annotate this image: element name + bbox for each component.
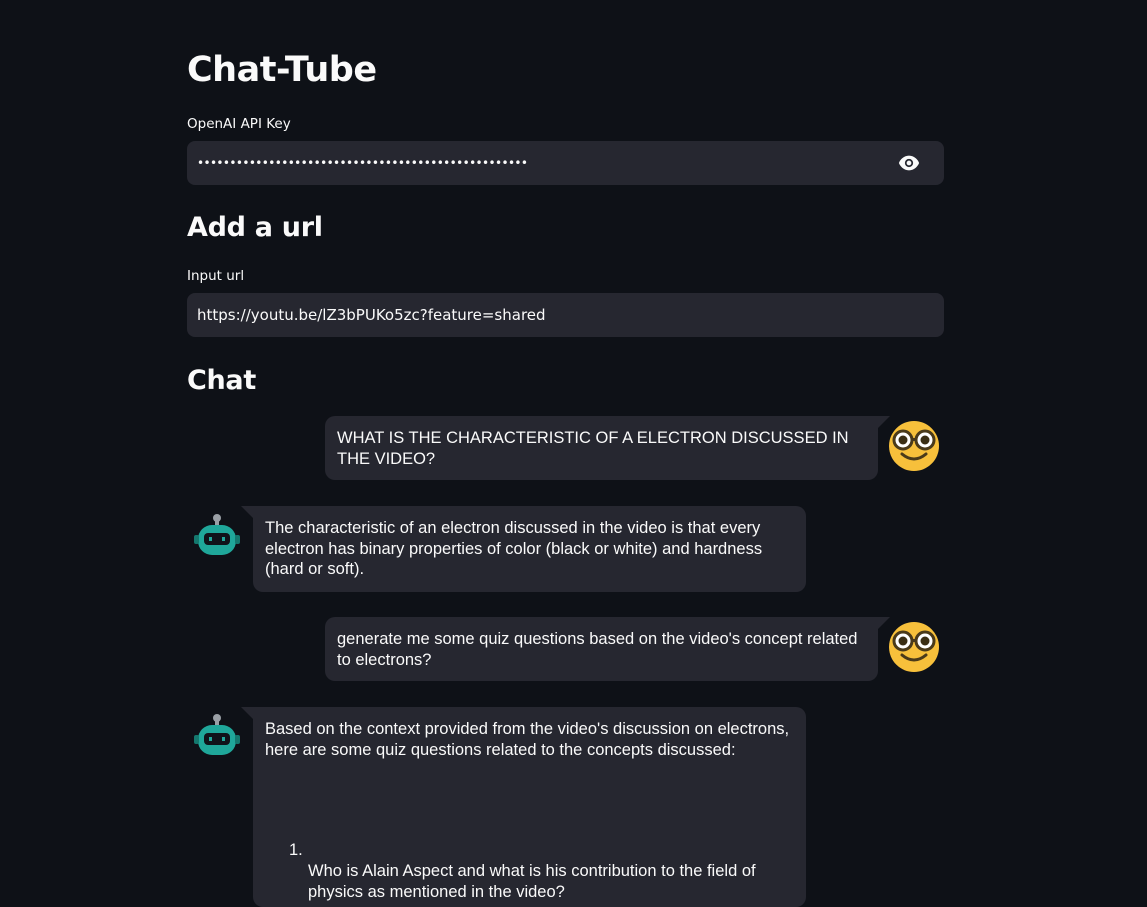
list-item-text: Who is Alain Aspect and what is his cont…	[308, 862, 756, 901]
robot-icon	[194, 514, 240, 555]
message-text: The characteristic of an electron discus…	[265, 519, 763, 578]
user-message: generate me some quiz questions based on…	[325, 617, 878, 681]
nerd-face-icon	[889, 421, 939, 471]
chat-heading: Chat	[187, 365, 256, 396]
url-input[interactable]: https://youtu.be/lZ3bPUKo5zc?feature=sha…	[187, 293, 944, 337]
url-input-value: https://youtu.be/lZ3bPUKo5zc?feature=sha…	[197, 306, 546, 324]
list-item-number: 1.	[289, 841, 303, 859]
robot-icon	[194, 714, 240, 755]
api-key-input[interactable]: ••••••••••••••••••••••••••••••••••••••••…	[187, 141, 944, 185]
bubble-tail	[241, 506, 253, 518]
assistant-message: The characteristic of an electron discus…	[253, 506, 806, 592]
user-message: WHAT IS THE CHARACTERISTIC OF A ELECTRON…	[325, 416, 878, 480]
api-key-value: ••••••••••••••••••••••••••••••••••••••••…	[197, 156, 528, 170]
assistant-message: Based on the context provided from the v…	[253, 707, 806, 907]
url-input-label: Input url	[187, 268, 245, 284]
bubble-tail	[241, 707, 253, 719]
message-text: Based on the context provided from the v…	[265, 720, 790, 759]
page-title: Chat-Tube	[187, 50, 377, 90]
eye-icon[interactable]	[898, 154, 920, 172]
nerd-face-icon	[889, 622, 939, 672]
message-text: generate me some quiz questions based on…	[337, 630, 858, 669]
add-url-heading: Add a url	[187, 212, 323, 243]
api-key-label: OpenAI API Key	[187, 116, 291, 132]
message-text: WHAT IS THE CHARACTERISTIC OF A ELECTRON…	[337, 429, 849, 468]
